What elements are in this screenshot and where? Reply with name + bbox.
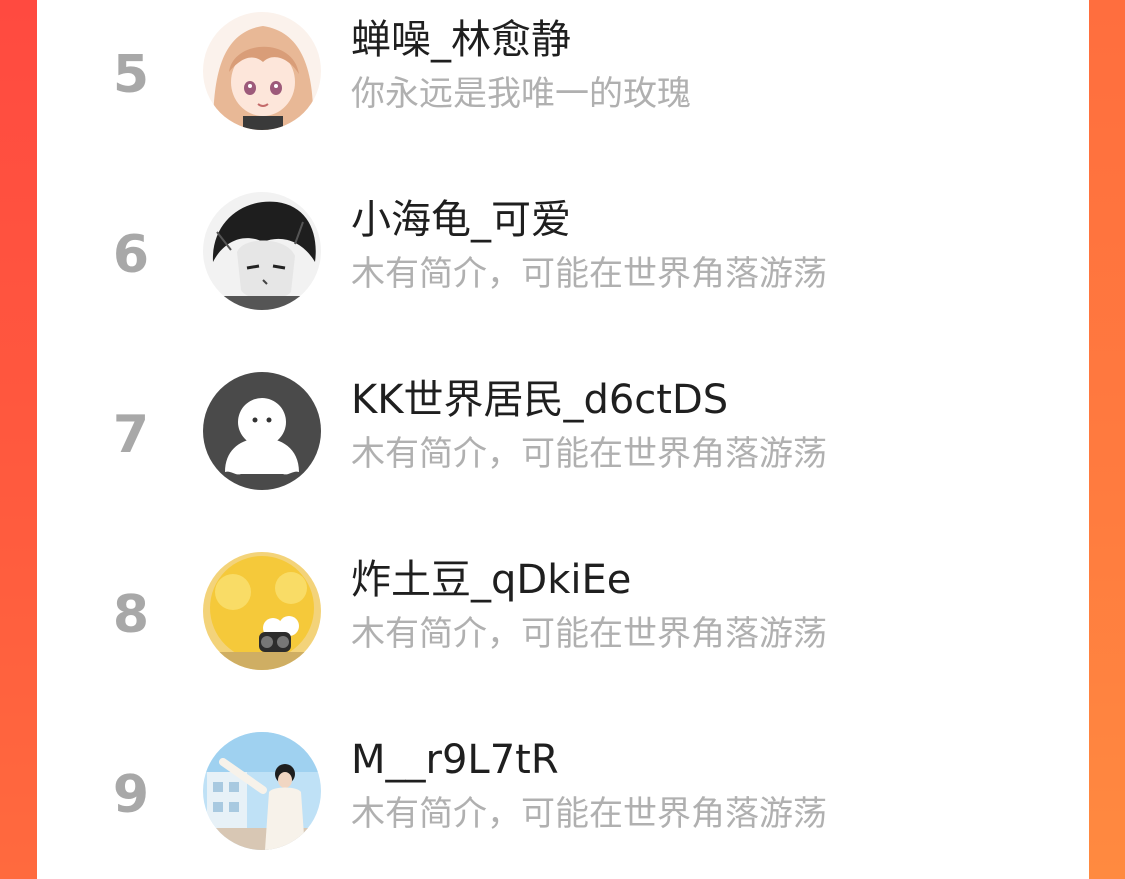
left-gradient-border — [0, 0, 37, 879]
yellow-duck-avatar-icon — [203, 552, 321, 670]
anime-girl-avatar-icon — [203, 12, 321, 130]
rank-number: 9 — [112, 765, 150, 825]
user-bio: 木有简介，可能在世界角落游荡 — [351, 434, 827, 474]
user-bio: 你永远是我唯一的玫瑰 — [351, 74, 691, 114]
user-name[interactable]: KK世界居民_d6ctDS — [351, 372, 728, 428]
list-item[interactable]: 8 炸土豆_qDkiEe 木有简介，可能在世界角落游荡 — [37, 540, 1089, 690]
list-item[interactable]: 7 KK世界居民_d6ctDS 木有简介，可能在世界角落游荡 — [37, 360, 1089, 510]
rank-number: 7 — [112, 405, 150, 465]
avatar[interactable] — [203, 192, 321, 310]
manga-boy-avatar-icon — [203, 192, 321, 310]
default-ghost-avatar-icon — [203, 372, 321, 490]
selfie-photo-avatar-icon — [203, 732, 321, 850]
rank-number: 8 — [112, 585, 150, 645]
user-name[interactable]: M__r9L7tR — [351, 732, 559, 788]
rank-number: 5 — [112, 45, 150, 105]
avatar[interactable] — [203, 552, 321, 670]
user-bio: 木有简介，可能在世界角落游荡 — [351, 794, 827, 834]
user-name[interactable]: 小海龟_可爱 — [351, 192, 571, 248]
user-name[interactable]: 蝉噪_林愈静 — [351, 12, 571, 68]
list-item[interactable]: 5 蝉噪_林愈静 你永远是我唯一的玫瑰 — [37, 0, 1089, 150]
list-item[interactable]: 9 M__r9L7tR 木有简介，可能在世界角落游荡 — [37, 720, 1089, 870]
user-name[interactable]: 炸土豆_qDkiEe — [351, 552, 631, 608]
avatar[interactable] — [203, 12, 321, 130]
avatar[interactable] — [203, 372, 321, 490]
right-gradient-border — [1089, 0, 1125, 879]
user-bio: 木有简介，可能在世界角落游荡 — [351, 614, 827, 654]
list-item[interactable]: 6 小海龟_可爱 木有简介，可能在世界角落游荡 — [37, 180, 1089, 330]
avatar[interactable] — [203, 732, 321, 850]
rank-number: 6 — [112, 225, 150, 285]
user-bio: 木有简介，可能在世界角落游荡 — [351, 254, 827, 294]
